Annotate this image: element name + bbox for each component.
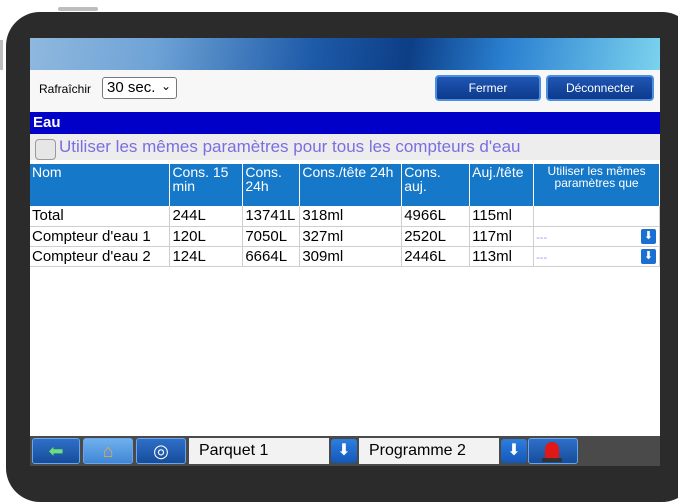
- app-screen: Rafraîchir 30 sec. ⌄ Fermer Déconnecter …: [30, 38, 660, 466]
- logout-button[interactable]: Déconnecter: [546, 75, 654, 101]
- alarm-button[interactable]: [528, 438, 578, 464]
- column-header-cons-per-head-24h: Cons./tête 24h: [299, 164, 403, 206]
- program-select[interactable]: Programme 2: [359, 438, 499, 464]
- column-header-name: Nom: [30, 164, 171, 206]
- row-cons-24h: 13741L: [242, 206, 301, 227]
- back-arrow-icon: ⬅: [48, 441, 64, 461]
- row-cons-today: 2520L: [401, 226, 471, 247]
- meter-2-link[interactable]: Compteur d'eau 2: [30, 246, 171, 267]
- refresh-label: Rafraîchir: [39, 82, 92, 96]
- home-button[interactable]: ⌂: [83, 438, 133, 464]
- same-params-checkbox[interactable]: [35, 139, 56, 160]
- down-arrow-icon: ⬇: [507, 442, 521, 459]
- down-arrow-icon: ⬇: [337, 442, 351, 459]
- column-header-cons-15min: Cons. 15 min: [169, 164, 244, 206]
- refresh-interval-select[interactable]: 30 sec. ⌄: [102, 77, 177, 99]
- row-today-per-head: 117ml: [469, 226, 535, 247]
- row-cons-15min: 244L: [169, 206, 244, 227]
- table-row-meter-2: Compteur d'eau 2 124L 6664L 309ml 2446L …: [30, 246, 660, 267]
- tablet-edge-detail: [58, 7, 98, 11]
- lifebuoy-icon: ◎: [153, 441, 169, 461]
- row-today-per-head: 115ml: [469, 206, 535, 227]
- tablet-side-button: [0, 40, 3, 70]
- chevron-down-icon: ⌄: [160, 79, 171, 93]
- meter-1-same-params-select[interactable]: --- ⬇: [533, 226, 660, 247]
- water-meter-table: Nom Cons. 15 min Cons. 24h Cons./tête 24…: [30, 164, 660, 267]
- table-row-total: Total 244L 13741L 318ml 4966L 115ml: [30, 206, 660, 227]
- same-params-value: ---: [536, 251, 548, 264]
- row-cons-today: 2446L: [401, 246, 471, 267]
- column-header-same-params: Utiliser les mêmes paramètres que: [533, 164, 660, 206]
- table-row-meter-1: Compteur d'eau 1 120L 7050L 327ml 2520L …: [30, 226, 660, 247]
- house-icon: ⌂: [102, 441, 114, 461]
- close-button[interactable]: Fermer: [435, 75, 541, 101]
- same-params-label[interactable]: Utiliser les mêmes paramètres pour tous …: [59, 137, 521, 157]
- down-arrow-icon: ⬇: [641, 248, 656, 264]
- row-cons-per-head-24h: 318ml: [299, 206, 403, 227]
- row-cons-per-head-24h: 327ml: [299, 226, 403, 247]
- refresh-interval-value: 30 sec.: [107, 79, 156, 96]
- row-same-params: [533, 206, 660, 227]
- meter-1-link[interactable]: Compteur d'eau 1: [30, 226, 171, 247]
- row-cons-per-head-24h: 309ml: [299, 246, 403, 267]
- top-banner: [30, 38, 660, 70]
- section-title: Eau: [30, 112, 660, 134]
- program-select-dropdown[interactable]: ⬇: [501, 439, 527, 463]
- same-params-value: ---: [536, 231, 548, 244]
- table-header-row: Nom Cons. 15 min Cons. 24h Cons./tête 24…: [30, 164, 660, 206]
- house-select[interactable]: Parquet 1: [189, 438, 329, 464]
- row-cons-15min: 120L: [169, 226, 244, 247]
- row-today-per-head: 113ml: [469, 246, 535, 267]
- row-cons-15min: 124L: [169, 246, 244, 267]
- row-name: Total: [30, 206, 171, 227]
- alarm-light-icon: [545, 442, 559, 459]
- column-header-today-per-head: Auj./tête: [469, 164, 535, 206]
- meter-2-same-params-select[interactable]: --- ⬇: [533, 246, 660, 267]
- back-button[interactable]: ⬅: [32, 438, 80, 464]
- help-button[interactable]: ◎: [136, 438, 186, 464]
- meter-1-cons-24h-link[interactable]: 7050L: [242, 226, 301, 247]
- meter-2-cons-24h-link[interactable]: 6664L: [242, 246, 301, 267]
- alarm-light-base: [542, 458, 562, 462]
- column-header-cons-today: Cons. auj.: [401, 164, 471, 206]
- down-arrow-icon: ⬇: [641, 228, 656, 244]
- column-header-cons-24h: Cons. 24h: [242, 164, 301, 206]
- row-cons-today: 4966L: [401, 206, 471, 227]
- house-select-dropdown[interactable]: ⬇: [331, 439, 357, 463]
